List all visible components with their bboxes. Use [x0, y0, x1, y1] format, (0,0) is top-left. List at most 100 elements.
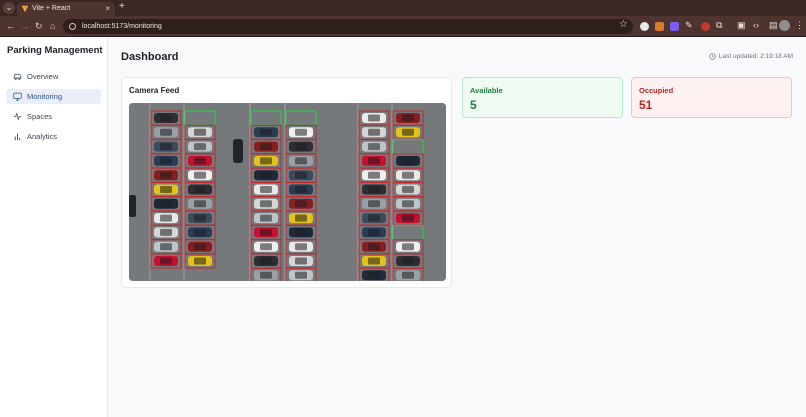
tab-close-icon[interactable]: × — [105, 2, 110, 16]
car-windshield — [160, 128, 172, 136]
tab-list-button[interactable]: ⌄ — [3, 2, 15, 14]
car-windshield — [194, 171, 206, 179]
car-windshield — [194, 186, 206, 193]
car-windshield — [194, 257, 206, 265]
car-windshield — [295, 271, 307, 279]
car-windshield — [160, 257, 172, 265]
monitor-icon — [13, 92, 22, 101]
new-tab-button[interactable]: + — [119, 1, 125, 12]
car-windshield — [368, 257, 380, 265]
car-windshield — [194, 214, 206, 222]
app: Parking Management Overview Monitoring S… — [0, 37, 806, 417]
car-windshield — [402, 200, 414, 208]
car-windshield — [194, 243, 206, 251]
car-windshield — [260, 186, 272, 193]
sidebar-item-monitoring[interactable]: Monitoring — [6, 89, 101, 104]
address-bar-row: ← → ↻ ⌂ localhost:5173/monitoring ☆ ✎ ⧉ … — [0, 16, 806, 37]
car-windshield — [402, 157, 414, 165]
forward-icon[interactable]: → — [20, 20, 29, 32]
car-windshield — [368, 214, 380, 222]
extension-5-icon[interactable] — [701, 22, 710, 31]
car-windshield — [260, 143, 272, 151]
reload-icon[interactable]: ↻ — [35, 20, 43, 32]
car-windshield — [160, 157, 172, 165]
car-windshield — [402, 171, 414, 179]
page-title: Dashboard — [121, 51, 179, 63]
car-windshield — [295, 143, 307, 151]
car-windshield — [160, 200, 172, 208]
sidebar-item-analytics[interactable]: Analytics — [6, 129, 101, 144]
car-windshield — [368, 271, 380, 279]
sidebar-item-label: Analytics — [27, 132, 58, 141]
car-windshield — [260, 214, 272, 222]
bookmark-star-icon[interactable]: ☆ — [619, 19, 628, 30]
extension-4-icon[interactable]: ✎ — [685, 20, 693, 31]
car-windshield — [368, 228, 380, 236]
sidepanel-icon[interactable]: ▤ — [769, 20, 778, 31]
car-windshield — [295, 128, 307, 136]
car-windshield — [402, 257, 414, 265]
available-count: 5 — [470, 98, 477, 112]
main-content: Dashboard Last updated: 2:19:18 AM Camer… — [109, 37, 806, 417]
last-updated: Last updated: 2:19:18 AM — [709, 53, 793, 60]
car-windshield — [368, 157, 380, 165]
car-windshield — [368, 143, 380, 151]
camera-feed-title: Camera Feed — [129, 86, 180, 95]
occupied-label: Occupied — [639, 86, 674, 95]
url-text: localhost:5173/monitoring — [82, 23, 162, 30]
car-windshield — [160, 214, 172, 222]
car-windshield — [160, 114, 172, 122]
car-icon — [13, 73, 22, 80]
car-windshield — [402, 186, 414, 193]
back-icon[interactable]: ← — [6, 20, 15, 32]
car-windshield — [160, 171, 172, 179]
car-windshield — [260, 157, 272, 165]
available-card: Available 5 — [462, 77, 623, 118]
moving-car — [233, 139, 243, 163]
car-windshield — [295, 186, 307, 193]
browser-menu-icon[interactable]: ⋮ — [795, 20, 804, 31]
car-windshield — [402, 214, 414, 222]
sidebar-item-label: Monitoring — [27, 92, 63, 101]
car-windshield — [260, 243, 272, 251]
devtools-icon[interactable]: ‹› — [753, 20, 759, 30]
activity-icon — [13, 112, 22, 121]
car-windshield — [260, 257, 272, 265]
sidebar-item-label: Spaces — [27, 112, 53, 121]
clock-icon — [709, 53, 716, 60]
car-windshield — [160, 243, 172, 251]
tab-search-icon[interactable]: ▣ — [737, 20, 746, 31]
car-windshield — [368, 171, 380, 179]
extension-2-icon[interactable] — [655, 22, 664, 31]
car-windshield — [260, 171, 272, 179]
sidebar-item-overview[interactable]: Overview — [6, 69, 101, 84]
parking-lot-image — [129, 103, 446, 281]
car-windshield — [295, 243, 307, 251]
car-windshield — [194, 157, 206, 165]
car-windshield — [295, 257, 307, 265]
sidebar-item-spaces[interactable]: Spaces — [6, 109, 101, 124]
car-windshield — [368, 186, 380, 193]
car-windshield — [260, 228, 272, 236]
extensions-puzzle-icon[interactable]: ⧉ — [716, 20, 722, 31]
url-bar[interactable]: localhost:5173/monitoring — [63, 19, 633, 34]
car-windshield — [194, 228, 206, 236]
extension-3-icon[interactable] — [670, 22, 679, 31]
browser-tab-bar: ⌄ Vite + React × + — [0, 0, 806, 16]
home-icon[interactable]: ⌂ — [50, 20, 55, 32]
car-windshield — [160, 228, 172, 236]
car-windshield — [160, 143, 172, 151]
vite-logo-icon — [21, 5, 29, 13]
extension-1-icon[interactable] — [640, 22, 649, 31]
site-info-icon[interactable] — [69, 23, 76, 30]
car-windshield — [402, 114, 414, 122]
profile-avatar-icon[interactable] — [779, 20, 790, 31]
last-updated-text: Last updated: 2:19:18 AM — [718, 53, 793, 60]
camera-feed-card: Camera Feed — [121, 77, 452, 288]
car-windshield — [260, 271, 272, 279]
sidebar: Parking Management Overview Monitoring S… — [0, 37, 108, 417]
car-windshield — [295, 214, 307, 222]
browser-tab[interactable]: Vite + React × — [17, 2, 115, 16]
car-windshield — [194, 143, 206, 151]
car-windshield — [295, 200, 307, 208]
